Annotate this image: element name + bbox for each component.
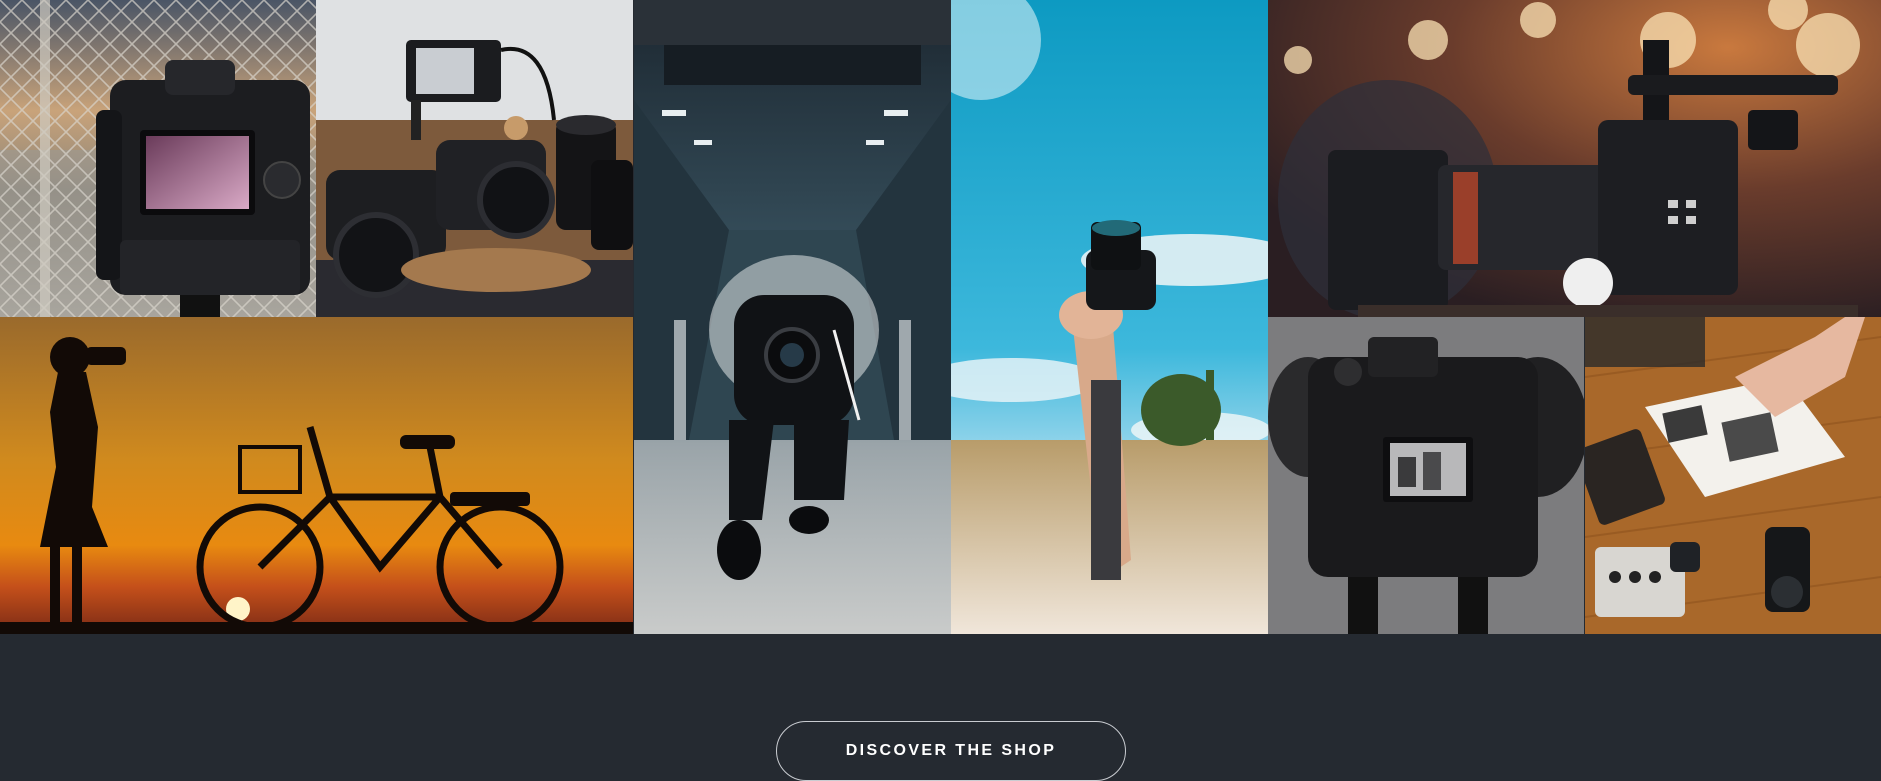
cinema-camera-rig-image xyxy=(1268,0,1881,317)
camera-gear-on-table-photo[interactable] xyxy=(316,0,633,317)
vintage-cameras-book-photo[interactable] xyxy=(1585,317,1881,634)
discover-shop-button[interactable]: DISCOVER THE SHOP xyxy=(776,721,1126,781)
escalator-photographer-image xyxy=(634,0,951,634)
escalator-photographer-photo[interactable] xyxy=(634,0,951,634)
photo-gallery xyxy=(0,0,1881,634)
hand-raising-camera-photo[interactable] xyxy=(951,0,1268,634)
camera-back-screen-photo[interactable] xyxy=(1268,317,1584,634)
cinema-camera-rig-photo[interactable] xyxy=(1268,0,1881,317)
camera-gear-on-table-image xyxy=(316,0,633,317)
camera-back-screen-image xyxy=(1268,317,1584,634)
sunset-silhouette-bicycle-photo[interactable] xyxy=(0,317,633,634)
vintage-cameras-book-image xyxy=(1585,317,1881,634)
hand-raising-camera-image xyxy=(951,0,1268,634)
sunset-silhouette-bicycle-image xyxy=(0,317,633,634)
dslr-on-tripod-image xyxy=(0,0,316,317)
dslr-on-tripod-photo[interactable] xyxy=(0,0,316,317)
